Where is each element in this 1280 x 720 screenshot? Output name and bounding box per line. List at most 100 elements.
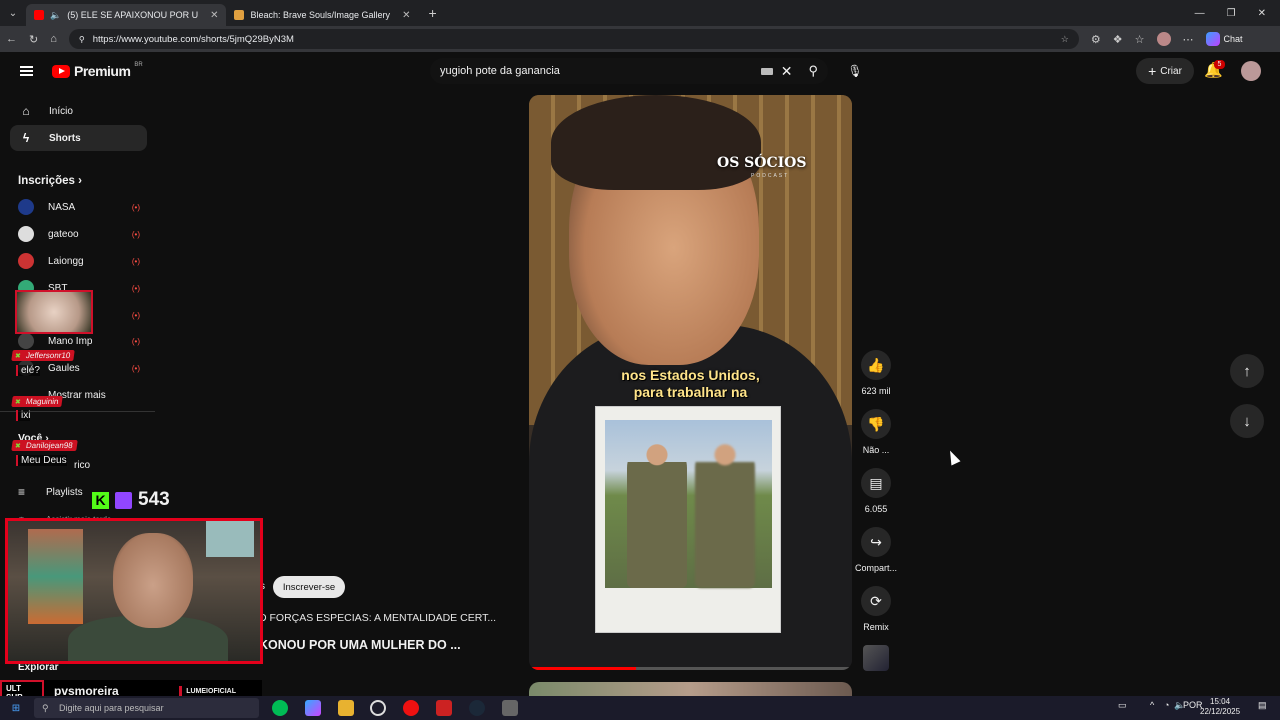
webcam-overlay — [5, 518, 263, 664]
next-short-button[interactable]: ↓ — [1230, 404, 1264, 438]
sidebar-item-home[interactable]: ⌂ Início — [10, 98, 147, 124]
dislike-button[interactable]: 👎 Não ... — [856, 409, 896, 455]
minimize-icon[interactable]: — — [1195, 8, 1205, 19]
extensions-icon[interactable]: ⚙ — [1091, 33, 1101, 46]
close-tab-icon[interactable]: ✕ — [210, 10, 218, 21]
channel-name: Mano Imp — [48, 335, 93, 347]
favorite-icon[interactable]: ☆ — [1061, 34, 1069, 45]
youtube-play-icon — [52, 64, 70, 78]
overlay-animal-image — [15, 290, 93, 334]
channel-thumbnail[interactable] — [863, 645, 889, 671]
video-description[interactable]: D FORÇAS ESPECIAS: A MENTALIDADE CERT... — [259, 612, 496, 624]
more-icon[interactable]: ⋯ — [1183, 33, 1194, 46]
tray-chevron-icon[interactable]: ^ — [1150, 700, 1154, 710]
new-tab-icon[interactable]: + — [428, 5, 436, 21]
subscriptions-header[interactable]: Inscrições › — [18, 175, 82, 187]
app-icon[interactable] — [502, 700, 518, 716]
search-icon[interactable]: ⚲ — [808, 63, 818, 79]
profile-avatar[interactable] — [1156, 32, 1171, 46]
chat-user-label: Danilojean98 — [25, 441, 74, 450]
chat-user-label: Maguinin — [25, 397, 60, 406]
close-tab-icon[interactable]: ✕ — [402, 10, 410, 21]
remix-button[interactable]: ⟳ Remix — [856, 586, 896, 632]
channel-name: gateoo — [48, 228, 79, 240]
subscription-item[interactable]: NASA (•) — [18, 197, 140, 217]
search-input[interactable]: yugioh pote da ganancia ✕ ⚲ — [430, 58, 828, 84]
clock-time: 15:04 — [1210, 697, 1231, 706]
obs-icon[interactable] — [370, 700, 386, 716]
steam-icon[interactable] — [469, 700, 485, 716]
previous-short-button[interactable]: ↑ — [1230, 354, 1264, 388]
live-icon: (•) — [131, 202, 140, 212]
copilot-chat-button[interactable]: Chat — [1205, 32, 1243, 46]
site-info-icon[interactable]: ⚲ — [79, 35, 85, 44]
sidebar-item-label: Shorts — [49, 132, 81, 144]
live-icon: (•) — [131, 363, 140, 373]
youtube-logo[interactable]: Premium BR — [52, 62, 143, 79]
wall-poster — [28, 529, 83, 624]
mute-icon[interactable]: 🔈 — [50, 10, 61, 21]
channel-watermark: OS SÓCIOS — [717, 155, 807, 171]
refresh-icon[interactable]: ↻ — [29, 33, 38, 46]
remix-label: Remix — [863, 622, 889, 632]
share-button[interactable]: ↪ Compart... — [855, 527, 897, 573]
notification-center-icon[interactable]: ▤ — [1258, 700, 1267, 711]
like-button[interactable]: 👍 623 mil — [856, 350, 896, 396]
sidebar-item-shorts[interactable]: ϟ Shorts — [10, 125, 147, 151]
chat-username: Jeffersonr10 — [11, 350, 76, 361]
logo-region: BR — [134, 62, 143, 68]
account-avatar[interactable] — [1241, 61, 1261, 81]
live-icon: (•) — [131, 310, 140, 320]
screen: ⌄ 🔈 (5) ELE SE APAIXONOU POR U ✕ Bleach:… — [0, 0, 1280, 720]
shorts-icon: ϟ — [22, 131, 30, 145]
arrow-up-icon: ↑ — [1243, 362, 1251, 380]
tab-youtube[interactable]: 🔈 (5) ELE SE APAIXONOU POR U ✕ — [26, 4, 227, 26]
menu-icon[interactable] — [20, 66, 33, 76]
taskbar-clock[interactable]: 15:04 22/12/2025 — [1200, 697, 1240, 717]
chat-username: Danilojean98 — [11, 440, 78, 451]
favorites-icon[interactable]: ☆ — [1135, 33, 1145, 46]
maximize-icon[interactable]: ❐ — [1227, 8, 1236, 19]
mouse-cursor-icon — [945, 448, 961, 466]
back-icon[interactable]: ← — [6, 33, 17, 45]
shorts-video-player[interactable]: OS SÓCIOS PODCAST nos Estados Unidos, pa… — [529, 95, 852, 670]
player-icon[interactable] — [403, 700, 419, 716]
comments-button[interactable]: ▤ 6.055 — [856, 468, 896, 514]
subscribe-button[interactable]: Inscrever-se — [273, 576, 345, 598]
subscription-item[interactable]: gateoo (•) — [18, 224, 140, 244]
copilot-icon — [1205, 32, 1220, 46]
edge-icon[interactable] — [272, 700, 288, 716]
streamer-face — [113, 533, 193, 628]
file-explorer-icon[interactable] — [338, 700, 354, 716]
close-window-icon[interactable]: ✕ — [1258, 8, 1266, 19]
subscription-item[interactable]: Mano Imp (•) — [18, 331, 140, 351]
taskbar-search-input[interactable]: ⚲ Digite aqui para pesquisar — [34, 698, 259, 718]
home-icon[interactable]: ⌂ — [50, 33, 57, 45]
tab-bleach[interactable]: Bleach: Brave Souls/Image Gallery ✕ — [226, 4, 418, 26]
chat-message: Meu Deus — [16, 455, 67, 466]
twitch-logo-icon — [115, 491, 132, 509]
collections-icon[interactable]: ❖ — [1113, 33, 1123, 46]
address-bar[interactable]: ⚲ https://www.youtube.com/shorts/5jmQ29B… — [68, 29, 1079, 49]
tab-list-icon[interactable]: ⌄ — [0, 8, 26, 19]
chat-message: elé? — [16, 365, 40, 376]
subscription-item[interactable]: Laiongg (•) — [18, 251, 140, 271]
search-icon: ⚲ — [42, 702, 49, 713]
clear-search-icon[interactable]: ✕ — [781, 63, 793, 80]
start-icon[interactable]: ⊞ — [8, 700, 24, 716]
microphone-icon[interactable]: 🎙 — [844, 60, 866, 82]
keyboard-icon[interactable] — [760, 67, 773, 75]
video-title[interactable]: KONOU POR UMA MULHER DO ... — [259, 638, 461, 652]
badge-line: ULT — [6, 684, 21, 693]
progress-fill — [529, 667, 636, 670]
windows-taskbar: ⊞ ⚲ Digite aqui para pesquisar ▭ ^ ◔ 🔈 PO… — [0, 696, 1280, 720]
youtube-header: Premium BR yugioh pote da ganancia ✕ ⚲ 🎙… — [0, 52, 1280, 92]
subscriptions-label: Inscrições — [18, 175, 75, 187]
app-icon[interactable] — [436, 700, 452, 716]
url-text: https://www.youtube.com/shorts/5jmQ29ByN… — [92, 33, 294, 45]
create-button[interactable]: + Criar — [1136, 58, 1194, 84]
copilot-icon[interactable] — [305, 700, 321, 716]
network-icon[interactable]: ▭ — [1118, 700, 1127, 711]
video-progress-bar[interactable] — [529, 667, 852, 670]
wifi-icon[interactable]: ◔ — [1164, 700, 1169, 710]
